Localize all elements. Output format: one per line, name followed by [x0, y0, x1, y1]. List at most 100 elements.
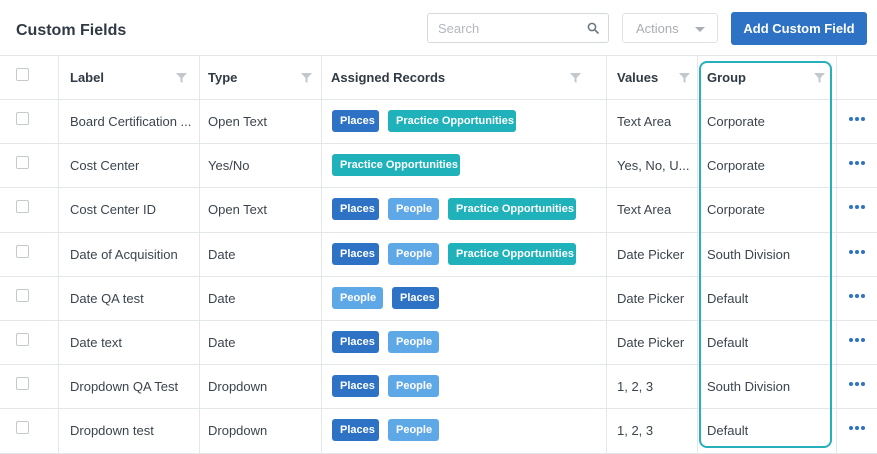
field-type: Date: [208, 335, 236, 350]
dot: [861, 293, 865, 298]
column-divider: [321, 55, 322, 453]
dot: [861, 338, 865, 342]
field-label[interactable]: Dropdown test: [70, 423, 154, 438]
dot: [855, 117, 859, 121]
tag-places: Places: [332, 375, 379, 398]
actions-dropdown[interactable]: Actions: [622, 13, 718, 43]
tag-people: People: [388, 242, 439, 265]
dot: [855, 426, 859, 431]
field-type: Dropdown: [208, 423, 268, 439]
field-label[interactable]: Cost Center: [70, 158, 139, 173]
field-values: Date Picker: [617, 246, 685, 262]
field-type: Open Text: [208, 202, 268, 218]
dot: [849, 249, 853, 254]
filter-icon[interactable]: [570, 73, 581, 83]
tag-practice-opportunities: Practice Opportunities: [332, 154, 460, 177]
more-options-icon[interactable]: [849, 337, 865, 343]
dot: [861, 117, 865, 121]
tag-practice-opportunities: Practice Opportunities: [448, 242, 576, 265]
field-label[interactable]: Board Certification ...: [70, 114, 191, 129]
tag-practice-opportunities: Practice Opportunities: [388, 110, 516, 132]
select-all-checkbox[interactable]: [16, 68, 29, 81]
page-title: Custom Fields: [16, 22, 127, 39]
field-label[interactable]: Date QA test: [70, 291, 144, 306]
row-checkbox[interactable]: [16, 288, 29, 302]
tag-people: People: [388, 331, 439, 353]
dot: [849, 117, 853, 121]
field-values: Yes, No, U...: [617, 158, 689, 174]
field-values: 1, 2, 3: [617, 379, 654, 395]
dot: [855, 338, 859, 342]
more-options-icon[interactable]: [849, 425, 865, 431]
tag-people: People: [388, 375, 439, 398]
group-column-highlight: [699, 61, 832, 448]
field-values: Text Area: [617, 114, 672, 129]
more-options-icon[interactable]: [849, 249, 865, 255]
tag-places: Places: [332, 331, 379, 353]
tag-people: People: [388, 419, 439, 442]
chevron-down-icon: [695, 27, 705, 32]
filter-icon[interactable]: [301, 73, 312, 83]
field-values: Date Picker: [617, 335, 685, 350]
dot: [855, 293, 859, 298]
column-header-assigned-records[interactable]: Assigned Records: [331, 70, 445, 85]
dot: [861, 382, 865, 387]
header-bar: Custom Fields Actions Add Custom Field: [0, 0, 877, 56]
tag-places: Places: [332, 419, 379, 442]
tag-places: Places: [332, 110, 379, 132]
dot: [849, 205, 853, 210]
field-type: Dropdown: [208, 379, 268, 395]
field-type: Date: [208, 246, 236, 262]
field-values: Text Area: [617, 202, 672, 218]
dot: [855, 161, 859, 166]
field-values: 1, 2, 3: [617, 423, 654, 439]
add-custom-field-button[interactable]: Add Custom Field: [731, 12, 867, 45]
row-checkbox[interactable]: [16, 156, 29, 170]
dot: [849, 426, 853, 431]
column-header-type[interactable]: Type: [208, 70, 237, 85]
more-options-icon[interactable]: [849, 293, 865, 299]
dot: [855, 382, 859, 387]
column-divider: [58, 55, 59, 453]
tag-places: Places: [392, 286, 439, 309]
more-options-icon[interactable]: [849, 204, 865, 210]
row-checkbox[interactable]: [16, 244, 29, 258]
dot: [849, 293, 853, 298]
dot: [861, 426, 865, 431]
search-icon[interactable]: [587, 22, 599, 34]
column-header-label[interactable]: Label: [70, 70, 104, 85]
search-input[interactable]: [438, 19, 578, 37]
field-type: Open Text: [208, 114, 268, 129]
column-divider: [606, 55, 607, 453]
row-checkbox[interactable]: [16, 377, 29, 391]
row-checkbox[interactable]: [16, 200, 29, 214]
field-values: Date Picker: [617, 290, 685, 306]
tag-places: Places: [332, 198, 379, 221]
tag-practice-opportunities: Practice Opportunities: [448, 198, 576, 221]
dot: [849, 382, 853, 387]
more-options-icon[interactable]: [849, 116, 865, 122]
field-label[interactable]: Date text: [70, 335, 122, 350]
row-checkbox[interactable]: [16, 421, 29, 435]
field-type: Yes/No: [208, 158, 250, 174]
dot: [861, 205, 865, 210]
more-options-icon[interactable]: [849, 381, 865, 387]
dot: [849, 161, 853, 166]
dot: [849, 338, 853, 342]
field-label[interactable]: Cost Center ID: [70, 202, 156, 217]
column-divider: [697, 55, 698, 453]
column-header-values[interactable]: Values: [617, 70, 658, 85]
row-checkbox[interactable]: [16, 112, 29, 125]
more-options-icon[interactable]: [849, 160, 865, 166]
field-label[interactable]: Dropdown QA Test: [70, 379, 178, 394]
column-divider: [199, 55, 200, 453]
dot: [861, 249, 865, 254]
filter-icon[interactable]: [679, 73, 690, 83]
filter-icon[interactable]: [176, 73, 187, 83]
tag-people: People: [332, 286, 383, 309]
field-label[interactable]: Date of Acquisition: [70, 247, 178, 262]
row-checkbox[interactable]: [16, 333, 29, 346]
dot: [855, 205, 859, 210]
dot: [861, 161, 865, 166]
search-box[interactable]: [427, 13, 609, 43]
